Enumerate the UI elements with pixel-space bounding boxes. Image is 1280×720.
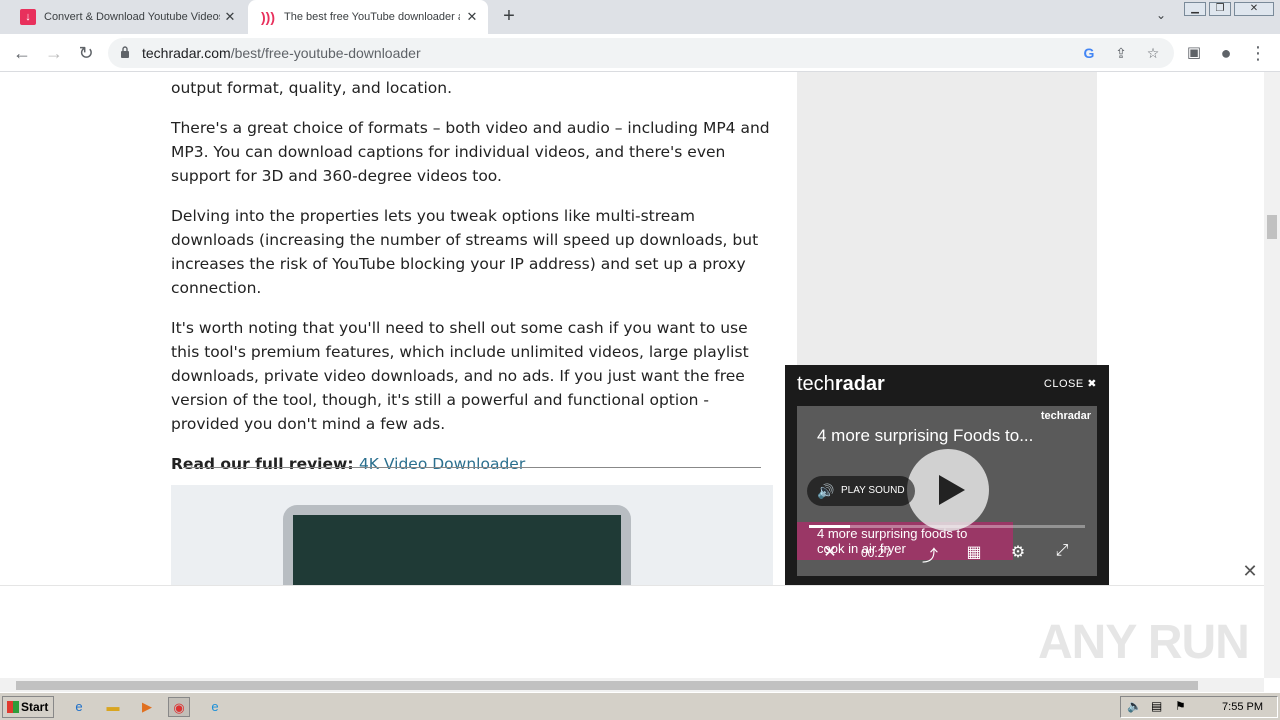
vertical-scrollbar[interactable] <box>1264 72 1280 678</box>
play-icon <box>939 475 965 505</box>
reload-icon[interactable]: ↻ <box>74 41 98 65</box>
video-title: 4 more surprising Foods to... <box>817 426 1034 445</box>
network-icon[interactable]: ▤ <box>1151 699 1162 713</box>
google-icon[interactable]: G <box>1080 44 1098 62</box>
speaker-icon: 🔊 <box>817 483 835 499</box>
anyrun-watermark: ANY RUN <box>1038 616 1250 669</box>
vertical-scroll-thumb[interactable] <box>1267 215 1277 239</box>
horizontal-scroll-thumb[interactable] <box>16 681 1198 690</box>
paragraph: output format, quality, and location. <box>171 79 453 97</box>
paragraph: Delving into the properties lets you twe… <box>171 207 759 297</box>
paragraph: It's worth noting that you'll need to sh… <box>171 319 749 433</box>
divider <box>183 467 761 468</box>
laptop-image <box>283 505 631 587</box>
close-window-button[interactable]: ✕ <box>1234 2 1274 16</box>
folder-icon[interactable]: ▬ <box>102 697 124 717</box>
download-icon: ↓ <box>20 9 36 25</box>
chevron-down-icon[interactable]: ⌄ <box>1152 8 1170 26</box>
progress-bar[interactable] <box>809 525 1085 528</box>
taskbar: Start e ▬ ▶ ◉ e 🔈 ▤ ⚑ 7:55 PM <box>0 692 1280 720</box>
gear-icon[interactable]: ⚙ <box>1007 542 1029 562</box>
video-player[interactable]: techradar 4 more surprising Foods to... … <box>797 406 1097 576</box>
chrome-icon[interactable]: ◉ <box>168 697 190 717</box>
tab-techradar[interactable]: ))) The best free YouTube downloader app… <box>248 0 488 34</box>
tab-strip: ↓ Convert & Download Youtube Videos ✕ ))… <box>0 0 1280 34</box>
start-button[interactable]: Start <box>2 696 54 718</box>
forward-icon[interactable]: → <box>42 41 66 65</box>
paragraph: There's a great choice of formats – both… <box>171 119 770 185</box>
system-tray: 🔈 ▤ ⚑ 7:55 PM <box>1120 696 1278 718</box>
address-bar[interactable]: techradar.com/best/free-youtube-download… <box>108 38 1174 68</box>
share-icon[interactable]: ⤴ <box>919 542 941 566</box>
fullscreen-icon[interactable]: ⤢ <box>1051 542 1073 560</box>
new-tab-button[interactable]: + <box>498 6 520 28</box>
play-button[interactable] <box>907 449 989 531</box>
minimize-button[interactable]: ▁ <box>1184 2 1206 16</box>
share-icon[interactable]: ⇪ <box>1112 44 1130 62</box>
progress-fill <box>809 525 851 528</box>
close-tab-icon[interactable]: ✕ <box>222 9 238 25</box>
review-link[interactable]: 4K Video Downloader <box>359 455 525 473</box>
play-sound-button[interactable]: 🔊 PLAY SOUND <box>807 476 915 506</box>
grid-icon[interactable]: ▦ <box>963 542 985 562</box>
url-text[interactable]: techradar.com/best/free-youtube-download… <box>142 45 421 61</box>
clock: 7:55 PM <box>1222 701 1263 713</box>
side-panel-icon[interactable]: ▣ <box>1182 41 1206 65</box>
profile-icon[interactable]: ● <box>1214 41 1238 65</box>
video-time: 00:27 <box>861 546 892 560</box>
star-icon[interactable]: ☆ <box>1144 44 1162 62</box>
rss-icon: ))) <box>261 9 275 25</box>
read-review-line: Read our full review: 4K Video Downloade… <box>171 455 526 473</box>
back-icon[interactable]: ← <box>10 41 34 65</box>
page-content: output format, quality, and location. Th… <box>0 72 1264 678</box>
article-image <box>171 485 773 587</box>
tab-convert-download[interactable]: ↓ Convert & Download Youtube Videos ✕ <box>10 0 246 34</box>
tab-title: The best free YouTube downloader app <box>284 11 460 23</box>
mute-icon[interactable]: ✕ <box>819 542 841 562</box>
app-screenshot <box>293 515 621 587</box>
sidebar-ad <box>797 72 1097 367</box>
edge-icon[interactable]: e <box>204 697 226 717</box>
menu-icon[interactable]: ⋮ <box>1246 41 1270 65</box>
techradar-logo: techradar <box>797 373 885 395</box>
close-tab-icon[interactable]: ✕ <box>464 9 480 25</box>
video-brand: techradar <box>1040 410 1091 422</box>
article-body: output format, quality, and location. Th… <box>171 72 773 492</box>
flag-icon[interactable]: ⚑ <box>1175 699 1186 713</box>
tab-title: Convert & Download Youtube Videos <box>44 11 220 23</box>
maximize-button[interactable]: ❐ <box>1209 2 1231 16</box>
media-player-icon[interactable]: ▶ <box>136 697 158 717</box>
ie-icon[interactable]: e <box>68 697 90 717</box>
volume-icon[interactable]: 🔈 <box>1127 699 1142 713</box>
browser-toolbar: ← → ↻ techradar.com/best/free-youtube-do… <box>0 34 1280 72</box>
close-ad-icon[interactable]: ✕ <box>1240 561 1260 581</box>
video-popup: techradar CLOSE ✖ techradar 4 more surpr… <box>785 365 1109 587</box>
lock-icon <box>121 46 129 58</box>
windows-logo-icon <box>7 701 19 713</box>
close-video-button[interactable]: CLOSE ✖ <box>1044 377 1097 390</box>
